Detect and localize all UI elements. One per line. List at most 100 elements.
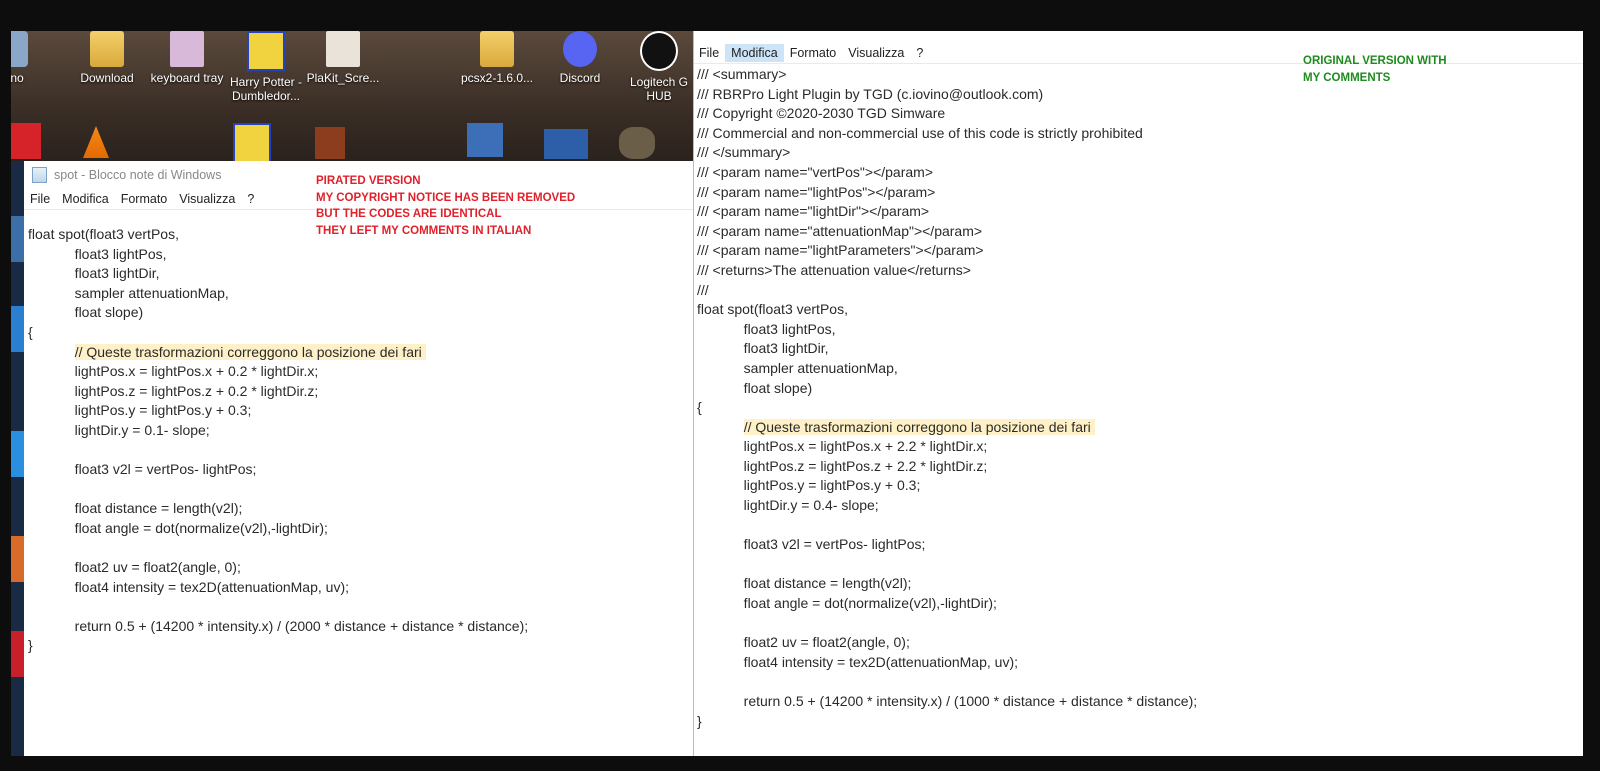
menu-help[interactable]: ?: [241, 190, 260, 208]
code-line: float distance = length(v2l);: [28, 500, 243, 517]
desktop-icon-download[interactable]: Download: [67, 31, 147, 85]
code-line: float angle = dot(normalize(v2l),-lightD…: [28, 519, 328, 536]
desktop-icon-strip: [11, 161, 25, 756]
image-icon[interactable]: [467, 123, 503, 157]
code-line: float4 intensity = tex2D(attenuationMap,…: [697, 653, 1018, 670]
code-line: {: [697, 399, 702, 416]
code-line: lightDir.y = 0.4- slope;: [697, 497, 879, 514]
app-icon[interactable]: [11, 631, 25, 677]
code-line: lightPos.y = lightPos.y + 0.3;: [697, 477, 921, 494]
code-line: {: [28, 323, 33, 340]
menu-help[interactable]: ?: [910, 44, 929, 62]
code-line: float spot(float3 vertPos,: [697, 301, 848, 318]
code-line: float distance = length(v2l);: [697, 575, 912, 592]
code-line: float3 lightPos,: [28, 245, 167, 262]
code-line: float spot(float3 vertPos,: [28, 226, 179, 242]
code-line: /// <param name="attenuationMap"></param…: [697, 222, 983, 239]
app-icon[interactable]: [11, 306, 25, 352]
code-line: // Queste trasformazioni correggono la p…: [697, 418, 1197, 438]
code-line: float slope): [697, 379, 813, 396]
highlighted-comment: // Queste trasformazioni correggono la p…: [743, 418, 1095, 435]
code-line: lightPos.z = lightPos.z + 2.2 * lightDir…: [697, 457, 988, 474]
desktop-icon-harry-potter[interactable]: Harry Potter - Dumbledor...: [223, 31, 309, 103]
logitech-icon: [640, 31, 678, 71]
notepad-icon: [32, 167, 47, 183]
code-line: }: [28, 637, 33, 654]
acrobat-icon[interactable]: [11, 123, 41, 159]
code-line: float angle = dot(normalize(v2l),-lightD…: [697, 595, 997, 612]
menu-file[interactable]: File: [693, 44, 725, 62]
code-editor-text[interactable]: float spot(float3 vertPos, float3 lightP…: [28, 225, 528, 656]
menu-visualizza[interactable]: Visualizza: [842, 44, 910, 62]
vlc-icon[interactable]: [83, 126, 109, 158]
menu-modifica[interactable]: Modifica: [56, 190, 115, 208]
discord-icon: [563, 31, 597, 67]
code-line: /// <returns>The attenuation value</retu…: [697, 261, 971, 278]
menu-modifica[interactable]: Modifica: [725, 44, 784, 62]
file-icon: [170, 31, 204, 67]
code-line: return 0.5 + (14200 * intensity.x) / (20…: [28, 617, 529, 634]
code-line: /// Commercial and non-commercial use of…: [697, 124, 1143, 141]
code-line: float slope): [28, 304, 144, 321]
desktop-icon-pcsx2[interactable]: pcsx2-1.6.0...: [457, 31, 537, 85]
archive-icon[interactable]: [233, 123, 271, 161]
code-line: }: [697, 712, 702, 729]
code-line: float3 lightDir,: [28, 265, 160, 282]
app-icon: [11, 31, 28, 67]
app-icon[interactable]: [11, 216, 25, 262]
menu-visualizza[interactable]: Visualizza: [173, 190, 241, 208]
game-icon[interactable]: [544, 129, 588, 159]
gimp-icon[interactable]: [619, 127, 655, 159]
desktop-icon-logitech[interactable]: Logitech G HUB: [619, 31, 694, 103]
desktop-icon-keyboard-tray[interactable]: keyboard tray: [147, 31, 227, 85]
file-icon[interactable]: [315, 127, 345, 159]
code-line: /// <summary>: [697, 66, 787, 82]
code-line: float3 v2l = vertPos- lightPos;: [697, 536, 926, 553]
code-line: /// <param name="lightPos"></param>: [697, 183, 936, 200]
code-line: sampler attenuationMap,: [28, 284, 229, 301]
archive-icon: [247, 31, 285, 71]
code-line: float3 v2l = vertPos- lightPos;: [28, 461, 257, 478]
menu-file[interactable]: File: [24, 190, 56, 208]
code-line: lightPos.x = lightPos.x + 2.2 * lightDir…: [697, 438, 988, 455]
code-line: sampler attenuationMap,: [697, 359, 898, 376]
desktop-icon[interactable]: stino: [11, 31, 51, 85]
menu-bar: File Modifica Formato Visualizza ?: [693, 43, 1583, 64]
app-icon[interactable]: [11, 536, 25, 582]
code-line: /// Copyright ©2020-2030 TGD Simware: [697, 105, 946, 122]
window-title: spot - Blocco note di Windows: [54, 168, 222, 182]
code-line: lightPos.z = lightPos.z + 0.2 * lightDir…: [28, 382, 319, 399]
code-line: lightPos.x = lightPos.x + 0.2 * lightDir…: [28, 363, 319, 380]
code-line: float3 lightDir,: [697, 340, 829, 357]
code-line: /// <param name="lightDir"></param>: [697, 203, 930, 220]
code-line: /// </summary>: [697, 144, 791, 161]
desktop-background: stino Download keyboard tray Harry Potte…: [11, 31, 694, 161]
code-line: return 0.5 + (14200 * intensity.x) / (10…: [697, 693, 1198, 709]
code-line: float4 intensity = tex2D(attenuationMap,…: [28, 578, 349, 595]
code-line: /// <param name="lightParameters"></para…: [697, 242, 984, 259]
menu-formato[interactable]: Formato: [115, 190, 174, 208]
code-line: lightPos.y = lightPos.y + 0.3;: [28, 402, 252, 419]
folder-icon: [480, 31, 514, 67]
code-line: /// <param name="vertPos"></param>: [697, 163, 934, 180]
download-folder-icon: [90, 31, 124, 67]
desktop-icon-plakit[interactable]: PlaKit_Scre...: [303, 31, 383, 85]
code-line: float2 uv = float2(angle, 0);: [697, 634, 910, 651]
notepad-window-pirated: spot - Blocco note di Windows File Modif…: [24, 161, 694, 756]
file-icon: [326, 31, 360, 67]
code-line: float2 uv = float2(angle, 0);: [28, 559, 241, 576]
desktop-icon-discord[interactable]: Discord: [540, 31, 620, 85]
code-editor-text[interactable]: /// <summary> /// RBRPro Light Plugin by …: [697, 65, 1197, 731]
code-line: // Queste trasformazioni correggono la p…: [28, 343, 528, 363]
menu-formato[interactable]: Formato: [784, 44, 843, 62]
app-icon[interactable]: [11, 431, 25, 477]
original-annotation: ORIGINAL VERSION WITH MY COMMENTS: [1303, 55, 1447, 84]
code-line: /// RBRPro Light Plugin by TGD (c.iovino…: [697, 85, 1044, 102]
